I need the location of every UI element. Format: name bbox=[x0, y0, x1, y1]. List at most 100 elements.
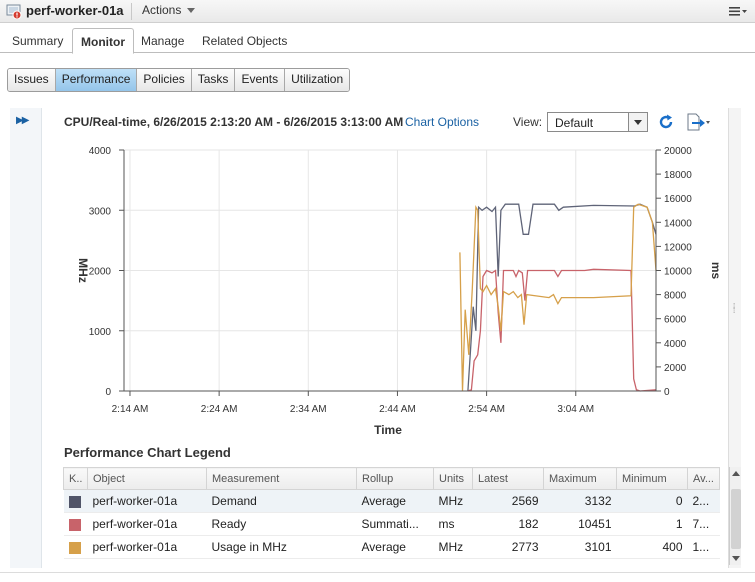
column-header-rollup[interactable]: Rollup bbox=[356, 467, 434, 490]
x-tick-label: 2:44 AM bbox=[379, 404, 416, 415]
double-chevron-right-icon[interactable]: ▶▶ bbox=[16, 115, 29, 126]
y-right-tick-label: 0 bbox=[664, 387, 670, 398]
view-select-value: Default bbox=[555, 116, 594, 130]
column-header-key[interactable]: K.. bbox=[63, 467, 88, 490]
chevron-down-icon bbox=[628, 113, 647, 131]
bottom-divider bbox=[0, 572, 755, 573]
legend-latest: 2569 bbox=[472, 489, 544, 513]
legend-title: Performance Chart Legend bbox=[64, 445, 231, 460]
view-label: View: bbox=[513, 115, 543, 129]
y-right-tick-label: 12000 bbox=[664, 242, 692, 253]
column-header-measurement[interactable]: Measurement bbox=[206, 467, 357, 490]
legend-rollup: Average bbox=[356, 535, 434, 559]
legend-latest: 2773 bbox=[472, 535, 544, 559]
legend-header-row: K.. Object Measurement Rollup Units Late… bbox=[63, 467, 720, 490]
tab-summary[interactable]: Summary bbox=[4, 31, 71, 53]
legend-maximum: 3132 bbox=[543, 489, 617, 513]
chart-series bbox=[459, 203, 657, 392]
legend-object: perf-worker-01a bbox=[87, 512, 207, 536]
legend-units: MHz bbox=[433, 489, 473, 513]
refresh-icon[interactable] bbox=[657, 113, 675, 131]
legend-row[interactable]: perf-worker-01a Usage in MHz Average MHz… bbox=[63, 535, 720, 559]
subtab-policies[interactable]: Policies bbox=[137, 69, 192, 91]
export-icon[interactable] bbox=[685, 112, 711, 132]
resize-grip-icon[interactable]: ⁞ ⁞ bbox=[733, 303, 735, 315]
y-right-axis-label: ms bbox=[709, 262, 723, 280]
subtab-issues[interactable]: Issues bbox=[8, 69, 56, 91]
monitor-sub-tab-bar: Issues Performance Policies Tasks Events… bbox=[7, 68, 351, 92]
view-select[interactable]: Default bbox=[547, 112, 648, 132]
subtab-performance[interactable]: Performance bbox=[55, 69, 138, 91]
series-color-swatch bbox=[68, 541, 81, 554]
vm-alert-icon bbox=[6, 4, 22, 19]
scroll-up-icon[interactable] bbox=[732, 471, 740, 476]
legend-minimum: 400 bbox=[616, 535, 688, 559]
y-right-tick-label: 20000 bbox=[664, 146, 692, 157]
x-axis-label: Time bbox=[374, 423, 402, 437]
legend-units: ms bbox=[433, 512, 473, 536]
legend-average: 1... bbox=[687, 535, 720, 559]
y-right-tick-label: 8000 bbox=[664, 291, 687, 302]
y-right-tick-label: 10000 bbox=[664, 267, 692, 278]
subtab-tasks[interactable]: Tasks bbox=[191, 69, 236, 91]
y-left-tick-label: 0 bbox=[105, 387, 111, 398]
performance-chart: 0 1000 2000 3000 4000 0 2000 4000 6000 8000 10000 1… bbox=[76, 146, 723, 437]
title-separator bbox=[131, 3, 132, 20]
chart-options-link[interactable]: Chart Options bbox=[405, 115, 479, 129]
legend-measurement: Usage in MHz bbox=[206, 535, 357, 559]
x-tick-label: 2:54 AM bbox=[468, 404, 505, 415]
column-header-object[interactable]: Object bbox=[87, 467, 207, 490]
legend-maximum: 10451 bbox=[543, 512, 617, 536]
legend-minimum: 1 bbox=[616, 512, 688, 536]
legend-rollup: Summati... bbox=[356, 512, 434, 536]
column-header-units[interactable]: Units bbox=[433, 467, 473, 490]
column-header-average[interactable]: Av... bbox=[687, 467, 720, 490]
subtab-utilization[interactable]: Utilization bbox=[285, 69, 350, 91]
y-right-tick-label: 14000 bbox=[664, 218, 692, 229]
y-right-tick-label: 4000 bbox=[664, 339, 687, 350]
list-menu-icon[interactable] bbox=[727, 2, 749, 20]
scroll-thumb[interactable] bbox=[731, 489, 741, 549]
legend-table: K.. Object Measurement Rollup Units Late… bbox=[63, 467, 720, 559]
legend-row[interactable]: perf-worker-01a Demand Average MHz 2569 … bbox=[63, 489, 720, 513]
y-left-tick-label: 2000 bbox=[89, 267, 112, 278]
x-tick-label: 2:14 AM bbox=[112, 404, 149, 415]
y-left-tick-label: 3000 bbox=[89, 206, 112, 217]
chevron-down-icon bbox=[187, 8, 196, 14]
legend-latest: 182 bbox=[472, 512, 544, 536]
series-color-swatch bbox=[68, 518, 81, 531]
legend-minimum: 0 bbox=[616, 489, 688, 513]
legend-average: 2... bbox=[687, 489, 720, 513]
y-right-tick-label: 6000 bbox=[664, 315, 687, 326]
main-tab-bar: Summary Monitor Manage Related Objects bbox=[0, 28, 755, 54]
vm-monitor-view: perf-worker-01a Actions Summary Monitor … bbox=[0, 0, 755, 582]
legend-object: perf-worker-01a bbox=[87, 535, 207, 559]
legend-average: 7... bbox=[687, 512, 720, 536]
tab-related-objects[interactable]: Related Objects bbox=[194, 31, 295, 53]
actions-menu-button[interactable]: Actions bbox=[142, 3, 196, 17]
legend-units: MHz bbox=[433, 535, 473, 559]
subtab-events[interactable]: Events bbox=[235, 69, 286, 91]
legend-maximum: 3101 bbox=[543, 535, 617, 559]
object-title: perf-worker-01a bbox=[26, 3, 124, 18]
collapsed-side-panel: ▶▶ bbox=[10, 108, 42, 568]
tab-monitor[interactable]: Monitor bbox=[72, 28, 134, 54]
y-right-tick-label: 18000 bbox=[664, 170, 692, 181]
scroll-down-icon[interactable] bbox=[732, 556, 740, 561]
legend-scrollbar[interactable] bbox=[729, 467, 741, 565]
column-header-maximum[interactable]: Maximum bbox=[543, 467, 617, 490]
series-color-swatch bbox=[68, 495, 81, 508]
column-header-latest[interactable]: Latest bbox=[472, 467, 544, 490]
y-left-tick-label: 1000 bbox=[89, 327, 112, 338]
tab-manage[interactable]: Manage bbox=[133, 31, 192, 53]
column-header-minimum[interactable]: Minimum bbox=[616, 467, 688, 490]
legend-object: perf-worker-01a bbox=[87, 489, 207, 513]
x-tick-label: 2:34 AM bbox=[290, 404, 327, 415]
series-line-ready bbox=[467, 268, 657, 392]
legend-row[interactable]: perf-worker-01a Ready Summati... ms 182 … bbox=[63, 512, 720, 536]
object-title-bar: perf-worker-01a Actions bbox=[0, 0, 755, 23]
y-left-axis-label: MHz bbox=[76, 258, 90, 283]
series-line-usage-in-mhz bbox=[459, 203, 657, 392]
chart-title: CPU/Real-time, 6/26/2015 2:13:20 AM - 6/… bbox=[64, 115, 404, 129]
legend-rollup: Average bbox=[356, 489, 434, 513]
